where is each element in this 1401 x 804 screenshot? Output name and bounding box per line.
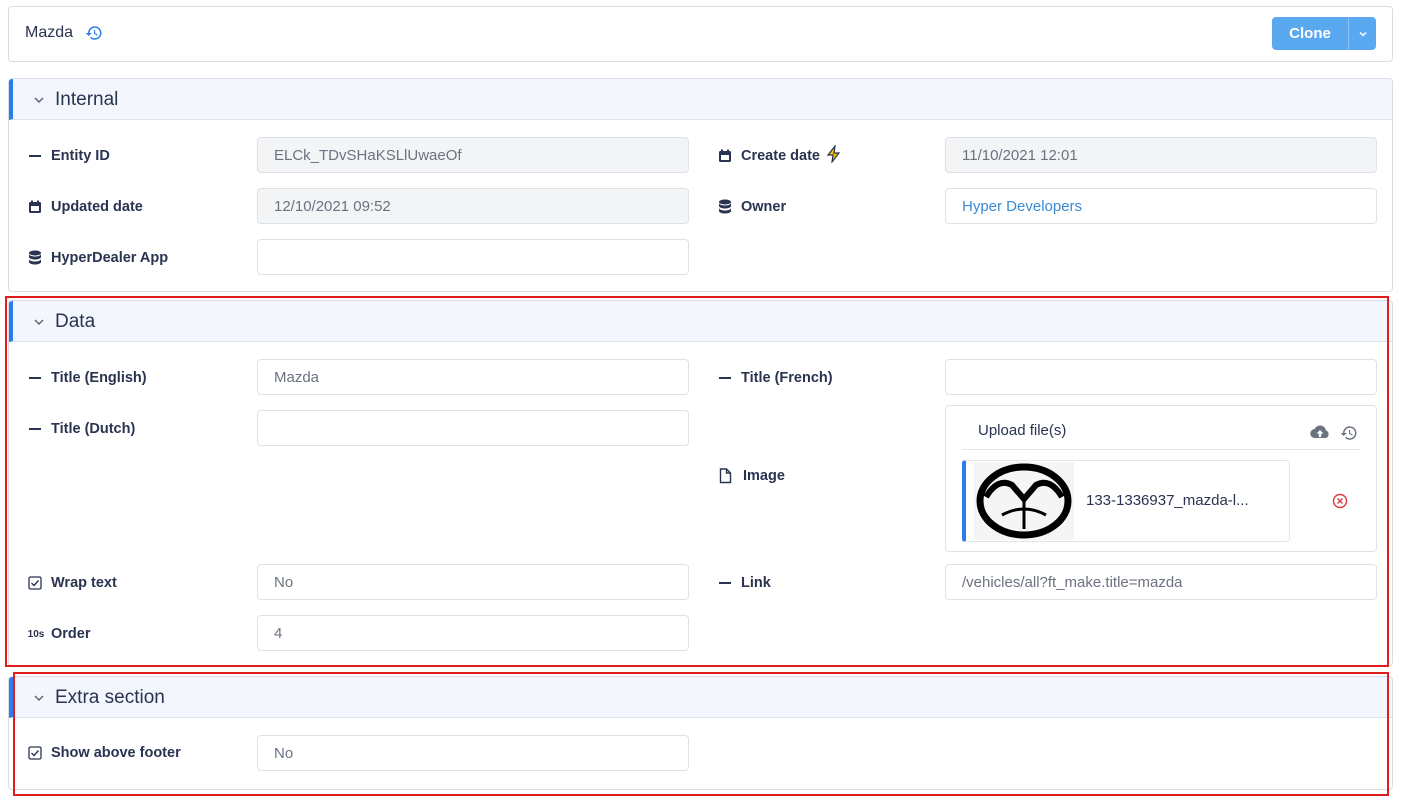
owner-label: Owner [717, 197, 786, 217]
section-header-internal[interactable]: Internal [9, 79, 1392, 120]
section-title: Extra section [55, 687, 165, 708]
chevron-down-icon[interactable] [33, 691, 45, 709]
title-english-input[interactable]: Mazda [257, 359, 689, 395]
title-french-label: Title (French) [717, 368, 833, 388]
image-label: Image [717, 466, 785, 486]
wrap-text-select[interactable]: No [257, 564, 689, 600]
calendar-icon [27, 199, 43, 215]
clone-dropdown-toggle[interactable] [1348, 17, 1376, 50]
dash-icon [717, 370, 733, 386]
order-label: 10s Order [27, 626, 91, 642]
hyperdealer-app-label: HyperDealer App [27, 248, 168, 268]
chevron-down-icon[interactable] [33, 93, 45, 111]
cloud-upload-icon[interactable] [1310, 424, 1330, 445]
section-data: Data Title (English) Mazda Title (French… [8, 300, 1393, 666]
file-icon [717, 468, 733, 484]
link-input[interactable]: /vehicles/all?ft_make.title=mazda [945, 564, 1377, 600]
number-icon: 10s [27, 628, 45, 640]
title-french-input[interactable] [945, 359, 1377, 395]
record-header: Mazda Clone [8, 6, 1393, 62]
history-icon[interactable] [85, 24, 103, 47]
create-date-label: Create date [717, 143, 842, 167]
upload-files-label[interactable]: Upload file(s) [978, 422, 1066, 439]
database-icon [27, 250, 43, 266]
entity-id-field[interactable]: ELCk_TDvSHaKSLlUwaeOf [257, 137, 689, 173]
record-title: Mazda [25, 24, 74, 41]
uploaded-file-card[interactable]: 133-1336937_mazda-l... [962, 460, 1290, 542]
title-dutch-label: Title (Dutch) [27, 419, 135, 439]
wrap-text-label: Wrap text [27, 573, 117, 593]
owner-link[interactable]: Hyper Developers [945, 188, 1377, 224]
checkbox-icon [27, 745, 43, 761]
dash-icon [27, 148, 43, 164]
section-title: Data [55, 311, 96, 332]
section-title: Internal [55, 89, 119, 110]
image-upload-box: Upload file(s) 133-1336937_mazda-l... [945, 405, 1377, 552]
show-above-footer-label: Show above footer [27, 743, 181, 763]
entity-id-label: Entity ID [27, 146, 110, 166]
section-header-extra[interactable]: Extra section [9, 677, 1392, 718]
dash-icon [27, 370, 43, 386]
dash-icon [717, 575, 733, 591]
chevron-down-icon[interactable] [33, 315, 45, 333]
checkbox-icon [27, 575, 43, 591]
section-internal: Internal Entity ID ELCk_TDvSHaKSLlUwaeOf… [8, 78, 1393, 292]
chevron-down-icon [1358, 31, 1367, 37]
title-english-label: Title (English) [27, 368, 147, 388]
remove-file-icon[interactable] [1332, 493, 1348, 514]
link-label: Link [717, 573, 771, 593]
lightning-icon [826, 143, 842, 167]
order-input[interactable]: 4 [257, 615, 689, 651]
hyperdealer-app-field[interactable] [257, 239, 689, 275]
mazda-logo-thumbnail [974, 462, 1074, 540]
section-extra: Extra section Show above footer No [8, 676, 1393, 790]
create-date-field[interactable]: 11/10/2021 12:01 [945, 137, 1377, 173]
section-header-data[interactable]: Data [9, 301, 1392, 342]
dash-icon [27, 421, 43, 437]
calendar-icon [717, 148, 733, 164]
updated-date-field[interactable]: 12/10/2021 09:52 [257, 188, 689, 224]
clone-button[interactable]: Clone [1272, 17, 1348, 50]
show-above-footer-select[interactable]: No [257, 735, 689, 771]
database-icon [717, 199, 733, 215]
title-dutch-input[interactable] [257, 410, 689, 446]
file-name: 133-1336937_mazda-l... [1086, 492, 1249, 509]
divider [962, 449, 1360, 450]
updated-date-label: Updated date [27, 197, 143, 217]
history-icon[interactable] [1340, 424, 1358, 447]
